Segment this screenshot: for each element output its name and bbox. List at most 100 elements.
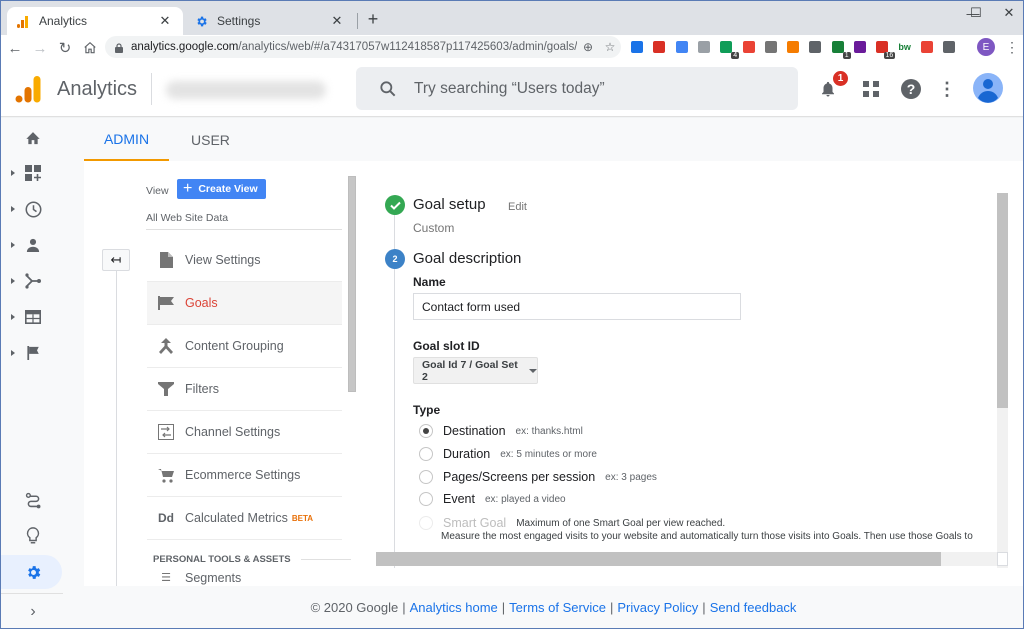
search-box[interactable] xyxy=(356,67,798,110)
step-title: Goal setup xyxy=(413,196,486,213)
more-options-icon[interactable]: ⋮ xyxy=(935,77,959,101)
help-button[interactable]: ? xyxy=(899,77,923,101)
nav-goals[interactable]: Goals xyxy=(147,282,342,325)
radio-button[interactable] xyxy=(419,470,433,484)
html5-ext-icon[interactable] xyxy=(651,39,667,55)
scrollbar-thumb[interactable] xyxy=(997,193,1008,408)
create-view-button[interactable]: + Create View xyxy=(177,179,266,199)
bulb-ext-icon[interactable] xyxy=(807,39,823,55)
rail-conversions[interactable] xyxy=(1,336,63,370)
edit-goal-setup-link[interactable]: Edit xyxy=(508,201,527,213)
nav-scrollbar[interactable] xyxy=(348,176,356,392)
apps-button[interactable] xyxy=(859,77,883,101)
goal-name-input[interactable] xyxy=(413,293,741,320)
lightbulb-icon xyxy=(24,527,42,545)
behavior-window-icon xyxy=(24,308,42,326)
rail-discover[interactable] xyxy=(1,519,63,553)
rail-divider xyxy=(1,593,63,594)
step-complete-badge xyxy=(385,195,405,215)
address-bar[interactable]: analytics.google.com/analytics/web/#/a74… xyxy=(105,36,621,58)
form-horizontal-scrollbar[interactable] xyxy=(376,552,998,566)
radio-button[interactable] xyxy=(419,424,433,438)
type-option-pages[interactable]: Pages/Screens per session ex: 3 pages xyxy=(419,467,657,487)
rail-behavior[interactable] xyxy=(1,300,63,334)
radio-button[interactable] xyxy=(419,492,433,506)
analytics-home-link[interactable]: Analytics home xyxy=(410,600,498,615)
download-ext-icon[interactable] xyxy=(629,39,645,55)
new-tab-button[interactable]: + xyxy=(365,9,381,30)
spiral-ext-icon[interactable] xyxy=(919,39,935,55)
clock-icon xyxy=(24,200,42,218)
nav-calculated-metrics[interactable]: Dd Calculated Metrics BETA xyxy=(147,497,342,540)
calendar-ext-icon[interactable]: 16 xyxy=(874,39,896,59)
view-name[interactable]: All Web Site Data xyxy=(146,212,228,224)
account-avatar[interactable] xyxy=(973,73,1003,103)
browser-menu-icon[interactable]: ⋮ xyxy=(1005,39,1019,56)
radio-button[interactable] xyxy=(419,447,433,461)
rail-attribution[interactable] xyxy=(1,483,63,517)
acquisition-icon xyxy=(24,272,42,290)
form-vertical-scrollbar[interactable] xyxy=(997,193,1008,568)
close-tab-icon[interactable]: ✕ xyxy=(329,13,345,29)
scrollbar-thumb[interactable] xyxy=(376,552,941,566)
goal-slot-select[interactable]: Goal Id 7 / Goal Set 2 xyxy=(413,357,538,384)
terms-link[interactable]: Terms of Service xyxy=(509,600,606,615)
rail-admin[interactable] xyxy=(1,555,62,589)
nav-content-grouping[interactable]: Content Grouping xyxy=(147,325,342,368)
type-option-event[interactable]: Event ex: played a video xyxy=(419,489,566,509)
purple-chart-ext-icon[interactable] xyxy=(852,39,868,55)
back-to-property-button[interactable]: ↤ xyxy=(102,249,130,271)
back-button[interactable]: ← xyxy=(4,37,26,59)
home-icon xyxy=(24,128,42,146)
account-selector-blurred[interactable] xyxy=(166,81,326,99)
nav-ecommerce-settings[interactable]: Ecommerce Settings xyxy=(147,454,342,497)
close-window-button[interactable]: ✕ xyxy=(989,1,1024,25)
check-icon xyxy=(389,201,401,210)
rail-realtime[interactable] xyxy=(1,192,63,226)
path-icon xyxy=(24,491,42,509)
tab-admin[interactable]: ADMIN xyxy=(84,118,169,161)
rail-acquisition[interactable] xyxy=(1,264,63,298)
chart-ext-icon[interactable] xyxy=(785,39,801,55)
return-arrow-icon: ↤ xyxy=(110,252,122,267)
privacy-link[interactable]: Privacy Policy xyxy=(617,600,698,615)
bw-ext-icon[interactable]: bw xyxy=(897,39,913,55)
type-option-smart-goal: Smart Goal Maximum of one Smart Goal per… xyxy=(419,513,725,533)
document-icon xyxy=(147,252,181,268)
home-button[interactable] xyxy=(79,37,101,59)
profile-avatar[interactable]: E xyxy=(977,38,995,56)
nav-channel-settings[interactable]: Channel Settings xyxy=(147,411,342,454)
type-option-destination[interactable]: Destination ex: thanks.html xyxy=(419,421,583,441)
arrow-ext-icon[interactable] xyxy=(741,39,757,55)
home-icon xyxy=(84,41,96,54)
close-tab-icon[interactable]: ✕ xyxy=(157,13,173,29)
camera-ext-icon[interactable] xyxy=(763,39,779,55)
code-ext-icon[interactable] xyxy=(696,39,712,55)
tab-user[interactable]: USER xyxy=(191,118,230,161)
help-icon: ? xyxy=(901,79,921,99)
zoom-icon[interactable]: ⊕ xyxy=(577,40,599,54)
rail-home[interactable] xyxy=(1,120,63,154)
nav-view-settings[interactable]: View Settings xyxy=(147,239,342,282)
rail-audience[interactable] xyxy=(1,228,63,262)
nav-filters[interactable]: Filters xyxy=(147,368,342,411)
url-text: analytics.google.com/analytics/web/#/a74… xyxy=(131,41,577,53)
send-feedback-link[interactable]: Send feedback xyxy=(710,600,797,615)
tree-line xyxy=(116,271,117,591)
notifications-button[interactable]: 1 xyxy=(816,71,848,101)
rail-customization[interactable] xyxy=(1,156,63,190)
tag-ext-icon[interactable] xyxy=(674,39,690,55)
type-option-duration[interactable]: Duration ex: 5 minutes or more xyxy=(419,444,597,464)
reload-button[interactable]: ↻ xyxy=(54,37,76,59)
search-input[interactable] xyxy=(414,79,774,98)
nav-segments[interactable]: ☰ Segments xyxy=(147,573,342,587)
green-dot-ext-icon[interactable]: 4 xyxy=(718,39,740,59)
puzzle-ext-icon[interactable] xyxy=(941,39,957,55)
slot-label: Goal slot ID xyxy=(413,339,480,353)
rail-expand[interactable]: › xyxy=(1,595,63,629)
forward-button[interactable]: → xyxy=(29,37,51,59)
bookmark-star-icon[interactable]: ☆ xyxy=(599,40,621,54)
tab-settings[interactable]: Settings ✕ xyxy=(185,7,355,35)
b-ext-icon[interactable]: 1 xyxy=(830,39,851,59)
tab-analytics[interactable]: Analytics ✕ xyxy=(7,7,183,35)
